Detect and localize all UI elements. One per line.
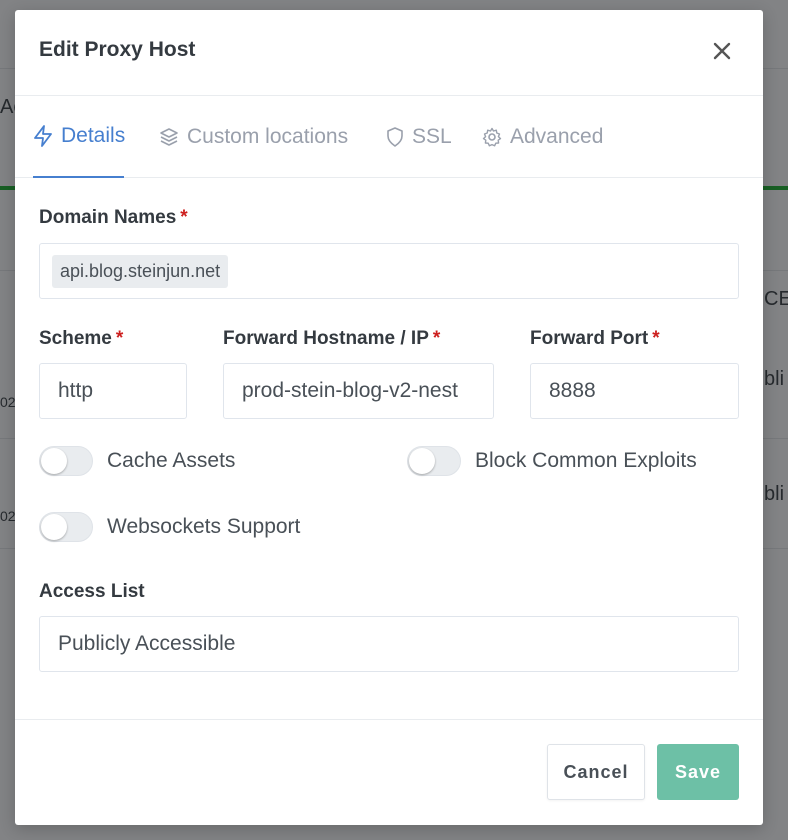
tab-label: Details xyxy=(61,124,126,147)
access-list-select[interactable]: Publicly Accessible xyxy=(39,616,739,672)
access-list-label: Access List xyxy=(39,581,145,602)
websockets-toggle[interactable]: Websockets Support xyxy=(39,512,300,542)
forward-port-label: Forward Port * xyxy=(530,328,660,350)
label-text: Scheme xyxy=(39,328,112,349)
tab-details[interactable]: Details xyxy=(33,96,126,178)
forward-hostname-label: Forward Hostname / IP * xyxy=(223,328,440,350)
toggle-knob xyxy=(409,448,435,474)
layers-icon xyxy=(160,128,178,146)
lightning-icon xyxy=(34,125,52,147)
required-marker: * xyxy=(432,328,441,349)
forward-port-input[interactable]: 8888 xyxy=(530,363,739,419)
toggle-label: Websockets Support xyxy=(107,515,301,538)
modal-title: Edit Proxy Host xyxy=(39,38,196,61)
forward-hostname-input[interactable]: prod-stein-blog-v2-nest xyxy=(223,363,494,419)
tab-bar: Details Custom locations SSL Advanced xyxy=(15,96,763,178)
required-marker: * xyxy=(180,207,188,228)
domain-names-label: Domain Names * xyxy=(39,207,188,229)
modal-header: Edit Proxy Host xyxy=(15,10,763,96)
close-button[interactable] xyxy=(709,38,735,64)
toggle-knob xyxy=(41,448,67,474)
cancel-button[interactable]: Cancel xyxy=(547,744,645,800)
label-text: Forward Hostname / IP xyxy=(223,328,429,349)
toggle-label: Cache Assets xyxy=(107,449,236,472)
tab-ssl[interactable]: SSL xyxy=(386,96,452,178)
scheme-input[interactable]: http xyxy=(39,363,187,419)
edit-proxy-host-dialog: Edit Proxy Host Details Custom locations xyxy=(15,10,763,825)
required-marker: * xyxy=(115,328,124,349)
label-text: Forward Port xyxy=(530,328,649,349)
tab-custom-locations[interactable]: Custom locations xyxy=(159,96,348,178)
block-exploits-toggle[interactable]: Block Common Exploits xyxy=(407,446,697,476)
shield-icon xyxy=(387,127,403,147)
tab-advanced[interactable]: Advanced xyxy=(482,96,603,178)
tab-label: Advanced xyxy=(510,125,604,148)
gear-icon xyxy=(482,127,502,147)
close-icon xyxy=(713,42,731,60)
cache-assets-toggle[interactable]: Cache Assets xyxy=(39,446,235,476)
toggle-switch[interactable] xyxy=(407,446,461,476)
tab-label: SSL xyxy=(412,125,452,148)
save-button[interactable]: Save xyxy=(657,744,739,800)
toggle-knob xyxy=(41,514,67,540)
toggle-switch[interactable] xyxy=(39,512,93,542)
label-text: Domain Names xyxy=(39,207,177,228)
toggle-switch[interactable] xyxy=(39,446,93,476)
toggle-label: Block Common Exploits xyxy=(475,449,697,472)
tab-label: Custom locations xyxy=(187,125,349,148)
domain-chip[interactable]: api.blog.steinjun.net xyxy=(52,254,229,288)
required-marker: * xyxy=(652,328,660,349)
scheme-label: Scheme * xyxy=(39,328,123,350)
domain-names-input[interactable]: api.blog.steinjun.net xyxy=(39,243,739,299)
modal-footer: Cancel Save xyxy=(15,719,763,825)
